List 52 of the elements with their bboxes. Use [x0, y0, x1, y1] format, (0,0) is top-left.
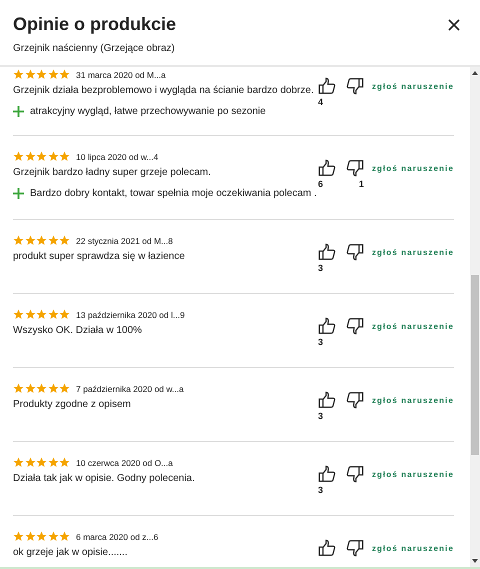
dialog-title: Opinie o produkcie — [13, 14, 176, 35]
pros-text: Bardzo dobry kontakt, towar spełnia moje oczekiwania polecam . — [30, 188, 317, 199]
review-text: Działa tak jak w opisie. Godny polecenia. — [13, 473, 196, 484]
thumbs-up-icon[interactable] — [318, 159, 336, 177]
report-link[interactable]: zgłoś naruszenie — [372, 470, 454, 479]
scroll-up-icon[interactable] — [472, 71, 478, 75]
report-link[interactable]: zgłoś naruszenie — [372, 322, 454, 331]
like-count: 6 — [318, 179, 323, 189]
review-text: Grzejnik działa bezproblemowo i wygląda na ścianie bardzo dobrze. — [13, 85, 315, 96]
product-name: Grzejnik naścienny (Grzejące obraz) — [13, 43, 176, 54]
review-meta: 6 marca 2020 od z...6 — [76, 532, 158, 542]
like-count: 3 — [318, 337, 323, 347]
report-link[interactable]: zgłoś naruszenie — [372, 164, 454, 173]
report-link[interactable]: zgłoś naruszenie — [372, 544, 454, 553]
review-text: ok grzeje jak w opisie....... — [13, 547, 128, 558]
thumbs-up-icon[interactable] — [318, 317, 336, 335]
like-count: 3 — [318, 485, 323, 495]
thumbs-up-icon[interactable] — [318, 243, 336, 261]
thumbs-up-icon[interactable] — [318, 465, 336, 483]
plus-icon — [13, 106, 24, 117]
like-count: 4 — [318, 97, 323, 107]
thumbs-down-icon[interactable] — [346, 77, 364, 95]
thumbs-up-icon[interactable] — [318, 539, 336, 557]
review-meta: 7 października 2020 od w...a — [76, 384, 184, 394]
review-meta: 31 marca 2020 od M...a — [76, 70, 166, 80]
review-text: Grzejnik bardzo ładny super grzeje polecam. — [13, 167, 212, 178]
scroll-down-icon[interactable] — [472, 559, 478, 563]
dislike-count: 1 — [358, 179, 364, 189]
review-meta: 10 czerwca 2020 od O...a — [76, 458, 173, 468]
like-count: 3 — [318, 411, 323, 421]
plus-icon — [13, 188, 24, 199]
pros-text: atrakcyjny wygląd, łatwe przechowywanie po sezonie — [30, 106, 266, 117]
report-link[interactable]: zgłoś naruszenie — [372, 396, 454, 405]
thumbs-up-icon[interactable] — [318, 77, 336, 95]
review-text: Wszysko OK. Działa w 100% — [13, 325, 143, 336]
thumbs-down-icon[interactable] — [346, 539, 364, 557]
review-text: Produkty zgodne z opisem — [13, 399, 132, 410]
thumbs-down-icon[interactable] — [346, 317, 364, 335]
report-link[interactable]: zgłoś naruszenie — [372, 82, 454, 91]
report-link[interactable]: zgłoś naruszenie — [372, 248, 454, 257]
thumbs-down-icon[interactable] — [346, 465, 364, 483]
close-icon[interactable] — [448, 18, 460, 30]
review-meta: 22 stycznia 2021 od M...8 — [76, 236, 173, 246]
thumbs-down-icon[interactable] — [346, 391, 364, 409]
thumbs-down-icon[interactable] — [346, 243, 364, 261]
thumbs-down-icon[interactable] — [346, 159, 364, 177]
review-meta: 13 października 2020 od l...9 — [76, 310, 185, 320]
scrollbar[interactable] — [470, 67, 480, 567]
like-count: 3 — [318, 263, 323, 273]
review-text: produkt super sprawdza się w łazience — [13, 251, 186, 262]
thumbs-up-icon[interactable] — [318, 391, 336, 409]
review-meta: 10 lipca 2020 od w...4 — [76, 152, 158, 162]
